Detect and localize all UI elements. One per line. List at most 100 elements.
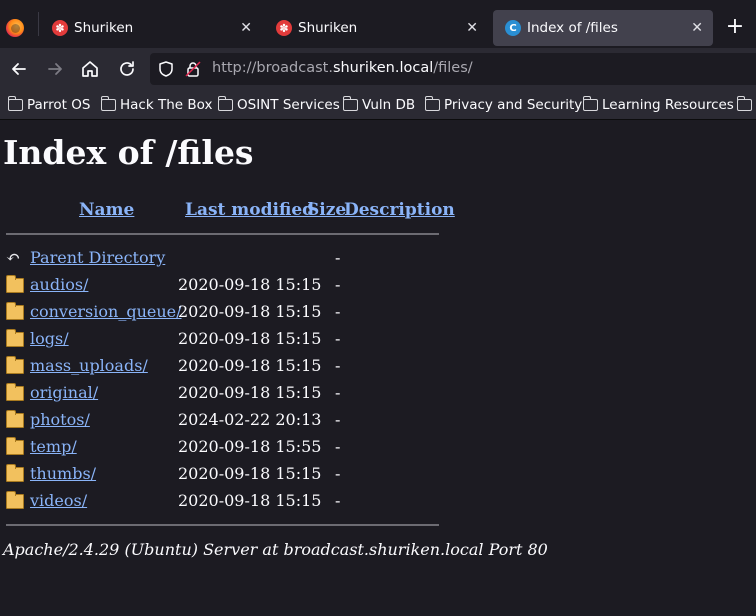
- bookmark-label: Privacy and Security: [444, 97, 583, 113]
- table-row: audios/ 2020-09-18 15:15 -: [0, 273, 500, 300]
- insecure-connection-lock-icon[interactable]: [184, 60, 202, 78]
- navigation-toolbar: http://broadcast.shuriken.local/files/: [0, 48, 756, 90]
- row-size: -: [335, 491, 341, 510]
- server-signature: Apache/2.4.29 (Ubuntu) Server at broadca…: [3, 540, 548, 559]
- tab-title: Index of /files: [527, 20, 618, 36]
- bookmark-folder-parrot-os[interactable]: Parrot OS: [7, 96, 91, 114]
- url-text[interactable]: http://broadcast.shuriken.local/files/: [212, 60, 473, 76]
- table-row: conversion_queue/ 2020-09-18 15:15 -: [0, 300, 500, 327]
- table-row: original/ 2020-09-18 15:15 -: [0, 381, 500, 408]
- directory-link[interactable]: videos/: [30, 491, 87, 510]
- table-row: logs/ 2020-09-18 15:15 -: [0, 327, 500, 354]
- table-row: photos/ 2024-02-22 20:13 -: [0, 408, 500, 435]
- row-modified: 2024-02-22 20:13: [178, 410, 322, 429]
- close-tab-icon[interactable]: ✕: [466, 20, 478, 36]
- shuriken-favicon-icon: [52, 20, 68, 36]
- tab-title: Shuriken: [298, 20, 358, 36]
- url-path: /files/: [433, 60, 473, 76]
- table-row: temp/ 2020-09-18 15:55 -: [0, 435, 500, 462]
- row-modified: 2020-09-18 15:15: [178, 491, 322, 510]
- row-size: -: [335, 437, 341, 456]
- folder-icon: [7, 96, 23, 111]
- folder-icon: [6, 491, 24, 509]
- forward-arrow-icon: [48, 63, 62, 75]
- table-row: mass_uploads/ 2020-09-18 15:15 -: [0, 354, 500, 381]
- row-modified: 2020-09-18 15:15: [178, 383, 322, 402]
- row-modified: 2020-09-18 15:15: [178, 302, 322, 321]
- row-size: -: [335, 356, 341, 375]
- bookmarks-toolbar: Parrot OS Hack The Box OSINT Services Vu…: [0, 90, 756, 120]
- directory-link[interactable]: temp/: [30, 437, 77, 456]
- row-modified: 2020-09-18 15:15: [178, 464, 322, 483]
- forward-button[interactable]: [44, 58, 66, 80]
- row-size: -: [335, 275, 341, 294]
- folder-icon: [736, 96, 752, 111]
- tab-title: Shuriken: [74, 20, 134, 36]
- folder-icon: [424, 96, 440, 111]
- folder-icon: [217, 96, 233, 111]
- folder-icon: [6, 383, 24, 401]
- column-header-description[interactable]: Description: [344, 200, 455, 220]
- divider: [6, 233, 439, 235]
- directory-link[interactable]: thumbs/: [30, 464, 96, 483]
- parent-directory-link[interactable]: Parent Directory: [30, 248, 165, 267]
- directory-link[interactable]: audios/: [30, 275, 88, 294]
- row-size: -: [335, 383, 341, 402]
- column-header-name[interactable]: Name: [79, 200, 134, 220]
- tab-shuriken-1[interactable]: Shuriken ✕: [40, 8, 262, 48]
- bookmark-folder-learning-resources[interactable]: Learning Resources: [582, 96, 734, 114]
- tab-index-files[interactable]: Index of /files ✕: [493, 10, 713, 46]
- table-row: videos/ 2020-09-18 15:15 -: [0, 489, 500, 516]
- divider: [6, 524, 439, 526]
- folder-icon: [6, 329, 24, 347]
- bookmark-folder-osint-services[interactable]: OSINT Services: [217, 96, 340, 114]
- row-modified: 2020-09-18 15:15: [178, 356, 322, 375]
- new-tab-button[interactable]: +: [722, 14, 748, 40]
- bookmark-label: Vuln DB: [362, 97, 416, 113]
- table-row: thumbs/ 2020-09-18 15:15 -: [0, 462, 500, 489]
- bookmark-folder-hack-the-box[interactable]: Hack The Box: [100, 96, 213, 114]
- folder-icon: [6, 464, 24, 482]
- column-header-size[interactable]: Size: [307, 200, 346, 220]
- directory-link[interactable]: logs/: [30, 329, 69, 348]
- directory-link[interactable]: photos/: [30, 410, 90, 429]
- back-button[interactable]: [8, 58, 30, 80]
- url-host: shuriken.local: [332, 60, 434, 76]
- reload-button[interactable]: [116, 58, 138, 80]
- bookmark-folder-vuln-db[interactable]: Vuln DB: [342, 96, 416, 114]
- tab-strip: Shuriken ✕ Shuriken ✕ Index of /files ✕ …: [0, 0, 756, 48]
- tracking-protection-shield-icon[interactable]: [157, 60, 175, 78]
- page-content: Index of /files Name Last modified Size …: [0, 121, 756, 616]
- firefox-menu-icon[interactable]: [6, 19, 24, 37]
- tab-shuriken-2[interactable]: Shuriken ✕: [264, 8, 488, 48]
- close-tab-icon[interactable]: ✕: [240, 20, 252, 36]
- back-arrow-icon: [12, 63, 26, 75]
- bookmark-label: OSINT Services: [237, 97, 340, 113]
- folder-icon: [6, 302, 24, 320]
- column-header-last-modified[interactable]: Last modified: [185, 200, 314, 220]
- folder-icon: [6, 437, 24, 455]
- close-tab-icon[interactable]: ✕: [691, 20, 703, 36]
- row-size: -: [335, 302, 341, 321]
- row-modified: 2020-09-18 15:55: [178, 437, 322, 456]
- folder-icon: [100, 96, 116, 111]
- bookmark-folder-overflow[interactable]: [736, 96, 756, 114]
- bookmark-folder-privacy-security[interactable]: Privacy and Security: [424, 96, 583, 114]
- row-modified: 2020-09-18 15:15: [178, 275, 322, 294]
- folder-icon: [6, 356, 24, 374]
- folder-icon: [342, 96, 358, 111]
- index-favicon-icon: [505, 20, 521, 36]
- url-scheme: http://broadcast.: [212, 60, 333, 76]
- bookmark-label: Hack The Box: [120, 97, 213, 113]
- bookmark-label: Learning Resources: [602, 97, 734, 113]
- directory-link[interactable]: conversion_queue/: [30, 302, 182, 321]
- url-bar[interactable]: http://broadcast.shuriken.local/files/: [150, 53, 756, 85]
- shuriken-favicon-icon: [276, 20, 292, 36]
- home-button[interactable]: [79, 58, 101, 80]
- reload-icon: [120, 61, 134, 76]
- row-size: -: [335, 329, 341, 348]
- bookmark-label: Parrot OS: [27, 97, 91, 113]
- home-icon: [82, 61, 98, 77]
- directory-link[interactable]: original/: [30, 383, 98, 402]
- directory-link[interactable]: mass_uploads/: [30, 356, 148, 375]
